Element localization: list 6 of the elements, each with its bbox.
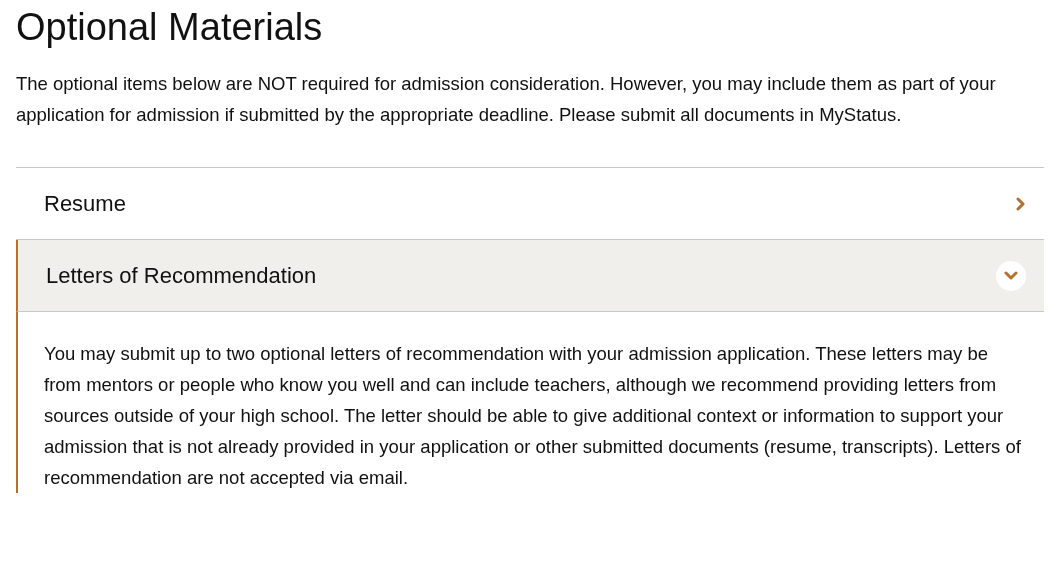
accordion-body-text: You may submit up to two optional letters of recommendation with your admission application. These letters may be from mentors or people who know you well and can include teachers, although we recommend providing letters from sources outside of your high school. The letter should be able to give additional context or information to support your admission that is not already provided in your application or other submitted documents (resume, transcripts). Letters of recommendation are not accepted via email.	[44, 342, 1022, 490]
accordion-header[interactable]: Letters of Recommendation	[16, 240, 1044, 312]
chevron-down-icon	[996, 260, 1026, 291]
intro-paragraph: The optional items below are NOT required for admission consideration. However, you may include them as part of your application for admission if submitted by the appropriate deadline. Please submit all documents in MyStatus.	[16, 72, 997, 127]
page-title: Optional Materials	[16, 5, 324, 50]
chevron-right-icon	[1016, 196, 1026, 211]
